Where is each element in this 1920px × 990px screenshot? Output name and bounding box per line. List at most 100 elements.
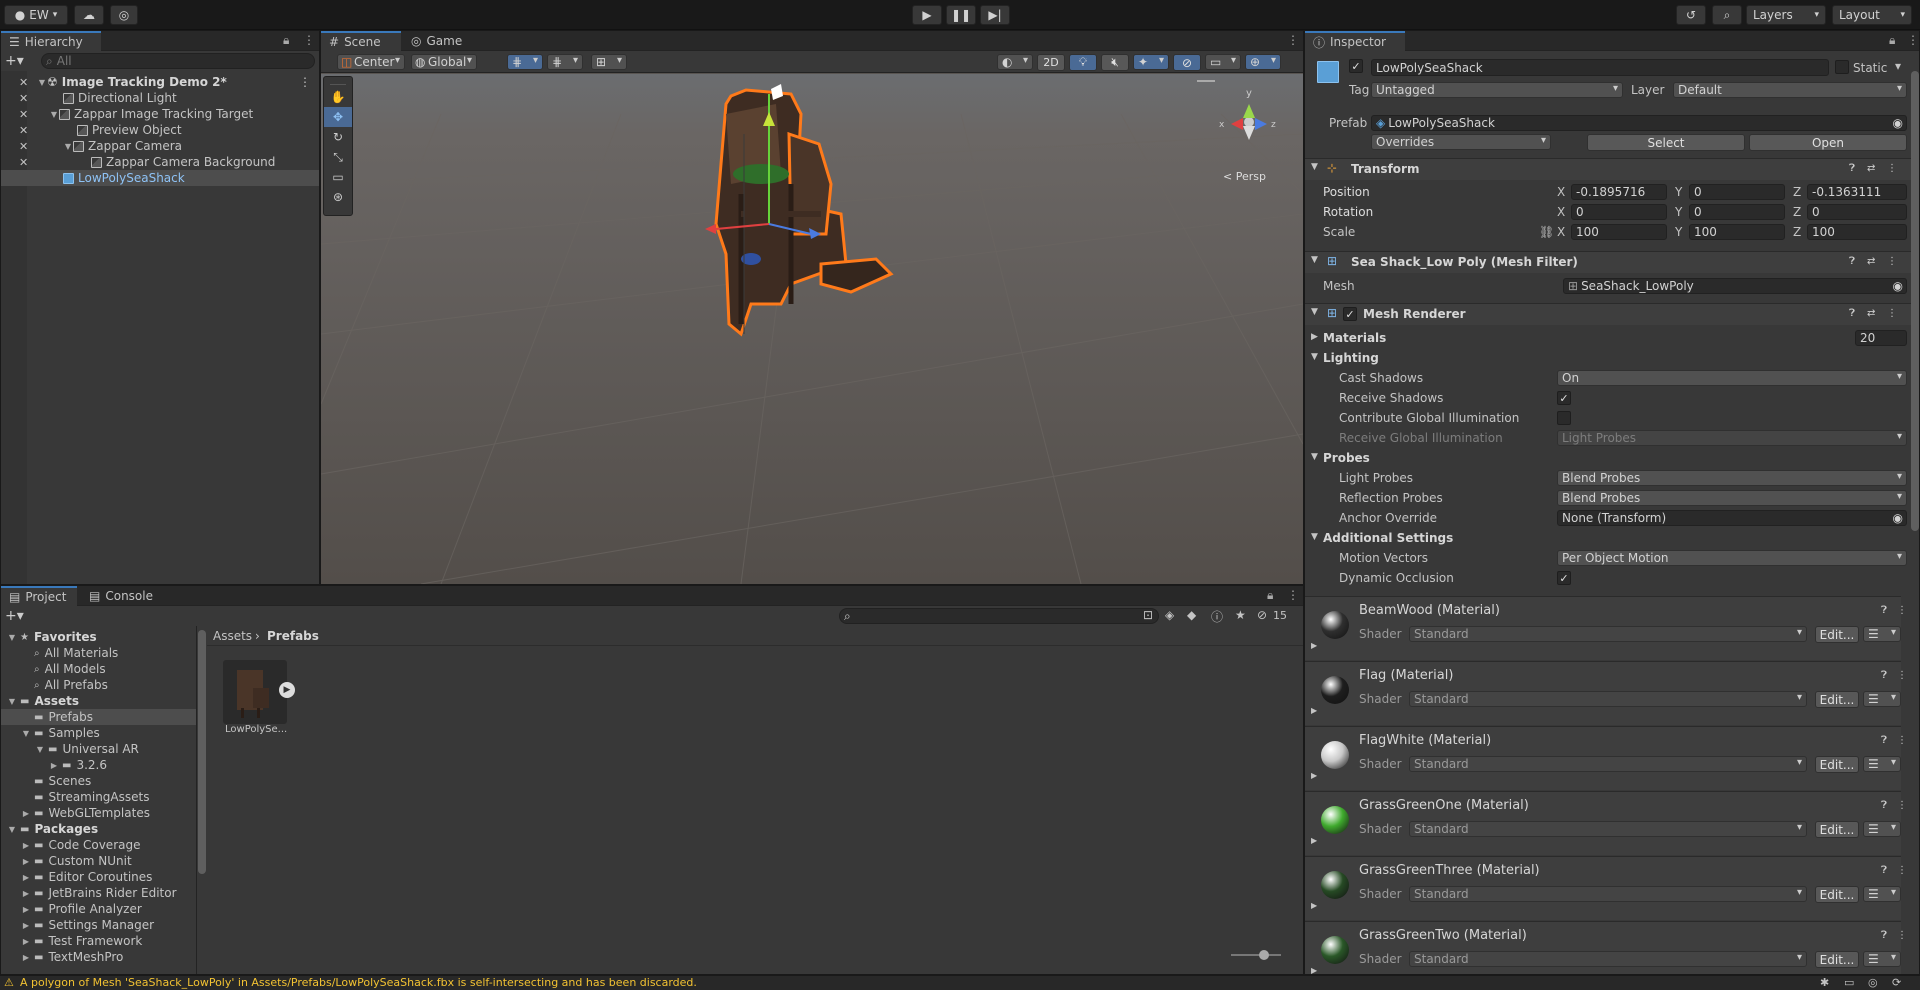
shader-dropdown[interactable]: Standard — [1409, 821, 1807, 837]
mesh-field[interactable]: ⊞ SeaShack_LowPoly ◉ — [1563, 278, 1907, 294]
pivot-dropdown[interactable]: ◫ Center — [337, 54, 405, 70]
rect-tool-icon[interactable]: ▭ — [324, 167, 352, 187]
cloud-button[interactable]: ☁ — [74, 5, 104, 25]
transform-tool-icon[interactable]: ⊛ — [324, 187, 352, 207]
debug-icon[interactable]: ✱ — [1820, 976, 1829, 989]
expand-arrow-icon[interactable]: ▼ — [7, 825, 17, 834]
shader-options-dropdown[interactable]: ☰ — [1863, 886, 1901, 902]
rotation-x-field[interactable]: 0 — [1571, 204, 1667, 220]
project-tree-item[interactable]: ▶ ▬ 3.2.6 — [1, 757, 196, 773]
scale-tool-icon[interactable]: ⤡ — [324, 147, 352, 167]
zoom-slider[interactable] — [1231, 954, 1281, 956]
project-tree-item[interactable]: ▬ Prefabs — [1, 709, 196, 725]
scale-x-field[interactable]: 100 — [1571, 224, 1667, 240]
help-icon[interactable]: ❓︎ — [1849, 163, 1855, 174]
help-icon[interactable]: ❓︎ — [1881, 865, 1887, 876]
shader-options-dropdown[interactable]: ☰ — [1863, 821, 1901, 837]
edit-shader-button[interactable]: Edit... — [1815, 626, 1859, 643]
project-tree-item[interactable]: ▼ ▬ Assets — [1, 693, 196, 709]
project-tree-item[interactable]: ▶ ▬ Code Coverage — [1, 837, 196, 853]
layers-dropdown[interactable]: Layers ▾ — [1746, 5, 1826, 25]
tab-inspector[interactable]: ⓘ Inspector — [1305, 31, 1405, 51]
link-icon[interactable]: ⛓ — [1539, 225, 1554, 239]
progress-icon[interactable]: ⟳ — [1892, 976, 1901, 989]
edit-shader-button[interactable]: Edit... — [1815, 756, 1859, 773]
layer-dropdown[interactable]: Default — [1673, 82, 1907, 98]
presets-icon[interactable]: ⇄ — [1867, 256, 1875, 267]
more-icon[interactable]: ⋮ — [303, 33, 315, 47]
help-icon[interactable]: ❓︎ — [1849, 308, 1855, 319]
expand-arrow-icon[interactable]: ▶ — [21, 921, 31, 930]
expand-arrow-icon[interactable]: ▶ — [1311, 901, 1317, 910]
more-icon[interactable]: ⋮ — [1907, 33, 1919, 47]
shader-dropdown[interactable]: Standard — [1409, 691, 1807, 707]
perspective-label[interactable]: < Persp — [1223, 170, 1266, 183]
light-probes-dropdown[interactable]: Blend Probes — [1557, 470, 1907, 486]
anchor-override-field[interactable]: None (Transform) ◉ — [1557, 510, 1907, 526]
more-icon[interactable]: ⋮ — [1897, 735, 1907, 746]
expand-arrow-icon[interactable]: ▼ — [1311, 307, 1318, 317]
expand-arrow-icon[interactable]: ▶ — [1311, 836, 1317, 845]
visibility-toggle-icon[interactable]: ✕ — [19, 76, 28, 89]
expand-arrow-icon[interactable]: ▼ — [1311, 255, 1318, 265]
edit-shader-button[interactable]: Edit... — [1815, 821, 1859, 838]
expand-prefab-icon[interactable]: ▶ — [279, 682, 295, 698]
help-icon[interactable]: ❓︎ — [1881, 735, 1887, 746]
grid-snapping-dropdown[interactable]: ⋕ — [507, 54, 543, 70]
search-button[interactable]: ⌕ — [1712, 5, 1742, 25]
rotate-tool-icon[interactable]: ↻ — [324, 127, 352, 147]
tab-game[interactable]: ◎ Game — [403, 31, 473, 51]
hierarchy-row[interactable]: ✕ Directional Light — [1, 90, 319, 106]
hierarchy-row[interactable]: ✕ Preview Object — [1, 122, 319, 138]
expand-arrow-icon[interactable]: ▶ — [21, 841, 31, 850]
overrides-dropdown[interactable]: Overrides — [1371, 134, 1551, 150]
project-tree-item[interactable]: ▶ ▬ Settings Manager — [1, 917, 196, 933]
space-dropdown[interactable]: ◍ Global — [411, 54, 477, 70]
more-icon[interactable]: ⋮ — [1887, 256, 1897, 267]
static-checkbox[interactable] — [1835, 60, 1849, 74]
scale-z-field[interactable]: 100 — [1807, 224, 1907, 240]
static-dropdown-icon[interactable]: ▾ — [1895, 59, 1901, 73]
project-search-input[interactable]: ⌕ — [839, 608, 1159, 624]
position-x-field[interactable]: -0.1895716 — [1571, 184, 1667, 200]
camera-dropdown[interactable]: ▭ — [1205, 54, 1241, 70]
pause-button[interactable]: ❚❚ — [946, 5, 976, 25]
more-icon[interactable]: ⋮ — [1287, 588, 1299, 602]
expand-arrow-icon[interactable]: ▶ — [21, 873, 31, 882]
add-object-button[interactable]: +▾ — [5, 53, 41, 69]
play-button[interactable]: ▶ — [912, 5, 942, 25]
lock-icon[interactable]: 🔒︎ — [1889, 33, 1895, 48]
more-icon[interactable]: ⋮ — [1887, 308, 1897, 319]
hand-tool-icon[interactable]: ✋ — [324, 87, 352, 107]
lock-icon[interactable]: 🔒︎ — [1267, 588, 1273, 603]
drag-handle[interactable] — [330, 79, 346, 85]
project-tree-item[interactable]: ▶ ▬ Test Framework — [1, 933, 196, 949]
effects-dropdown[interactable]: ✦ — [1133, 54, 1169, 70]
project-tree-item[interactable]: ▼ ★ Favorites — [1, 629, 196, 645]
step-button[interactable]: ▶| — [980, 5, 1010, 25]
expand-arrow-icon[interactable]: ▶ — [1311, 966, 1317, 974]
toggle-2d-button[interactable]: 2D — [1037, 54, 1065, 71]
project-tree-item[interactable]: ▼ ▬ Samples — [1, 725, 196, 741]
expand-arrow-icon[interactable]: ▼ — [1311, 452, 1318, 462]
breadcrumb-item-prefabs[interactable]: Prefabs — [267, 629, 319, 643]
project-tree-item[interactable]: ▶ ▬ Custom NUnit — [1, 853, 196, 869]
shader-dropdown[interactable]: Standard — [1409, 886, 1807, 902]
account-button[interactable]: ● EW ▾ — [4, 5, 68, 25]
layout-dropdown[interactable]: Layout ▾ — [1832, 5, 1912, 25]
edit-shader-button[interactable]: Edit... — [1815, 951, 1859, 968]
status-bar[interactable]: ⚠ A polygon of Mesh 'SeaShack_LowPoly' i… — [0, 975, 1920, 990]
expand-arrow-icon[interactable]: ▶ — [21, 809, 31, 818]
asset-thumbnail[interactable]: ▶ — [223, 660, 295, 724]
lock-icon[interactable]: 🔒︎ — [283, 33, 289, 48]
expand-arrow-icon[interactable]: ▶ — [21, 937, 31, 946]
hierarchy-row-scene[interactable]: ✕ ▼ ☢ Image Tracking Demo 2* ⋮ — [1, 74, 319, 90]
expand-arrow-icon[interactable]: ▶ — [21, 905, 31, 914]
cast-shadows-dropdown[interactable]: On — [1557, 370, 1907, 386]
breadcrumb-item-assets[interactable]: Assets — [213, 629, 252, 643]
object-name-field[interactable]: LowPolySeaShack — [1371, 59, 1829, 76]
expand-arrow-icon[interactable]: ▼ — [49, 110, 59, 119]
shader-dropdown[interactable]: Standard — [1409, 951, 1807, 967]
visibility-toggle-icon[interactable]: ✕ — [19, 140, 28, 153]
project-tree-item[interactable]: ⌕ All Models — [1, 661, 196, 677]
